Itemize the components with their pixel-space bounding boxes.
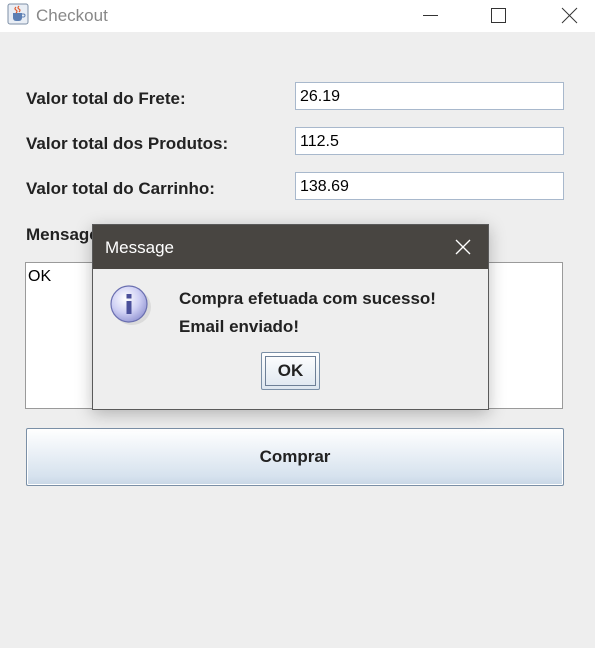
close-icon[interactable] [546,0,592,32]
message-dialog: Message Compra efetuada com sucesso! Ema… [92,224,489,410]
java-coffee-cup-icon [7,3,29,25]
dialog-titlebar[interactable]: Message [93,225,488,269]
products-field[interactable]: 112.5 [295,127,564,155]
dialog-title: Message [105,238,174,257]
buy-button-label: Comprar [259,447,331,466]
dialog-ok-label: OK [265,356,316,386]
window-titlebar: Checkout [0,0,595,32]
buy-button[interactable]: Comprar [26,428,564,486]
dialog-message-line-2: Email enviado! [179,317,299,336]
products-label: Valor total dos Produtos: [26,134,229,153]
cart-field[interactable]: 138.69 [295,172,564,200]
freight-label: Valor total do Frete: [26,89,186,108]
dialog-close-icon[interactable] [447,231,479,263]
dialog-ok-button[interactable]: OK [261,352,320,390]
maximize-icon[interactable] [476,0,522,32]
freight-field[interactable]: 26.19 [295,82,564,110]
cart-label: Valor total do Carrinho: [26,179,215,198]
window-title: Checkout [36,6,108,25]
minimize-icon[interactable] [407,0,453,32]
info-icon [110,285,151,325]
dialog-message-line-1: Compra efetuada com sucesso! [179,289,436,308]
